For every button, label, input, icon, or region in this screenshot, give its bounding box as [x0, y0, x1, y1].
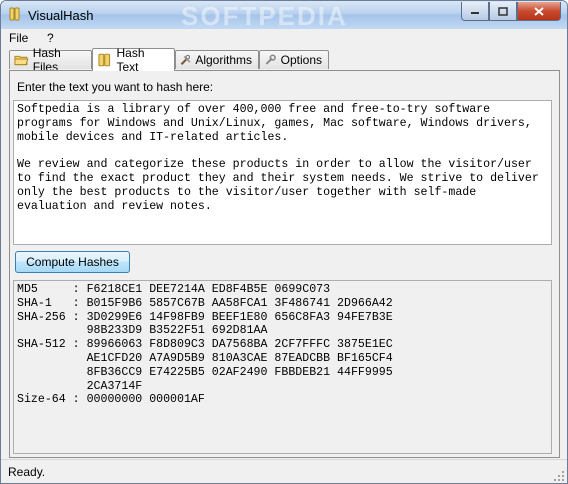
compute-hashes-button[interactable]: Compute Hashes: [15, 251, 130, 273]
hash-output[interactable]: MD5 : F6218CE1 DEE7214A ED8F4B5E 0699C07…: [13, 280, 552, 454]
folder-icon: [14, 55, 29, 66]
app-icon: [9, 7, 20, 21]
menu-file[interactable]: File: [9, 31, 28, 45]
app-window: VisualHash SOFTPEDIA File ? Hash Files H…: [0, 0, 568, 484]
minimize-icon: [471, 12, 479, 14]
tab-label: Options: [280, 53, 322, 67]
close-icon: [534, 6, 544, 16]
menu-bar: File ?: [1, 29, 567, 47]
tab-options[interactable]: Options: [259, 50, 329, 69]
text-icon: [98, 53, 111, 67]
resize-grip-icon[interactable]: [553, 470, 565, 482]
tab-label: Hash Text: [116, 46, 145, 74]
title-bar[interactable]: VisualHash SOFTPEDIA: [1, 1, 567, 31]
wrench-icon: [265, 54, 276, 65]
text-input[interactable]: Softpedia is a library of over 400,000 f…: [13, 100, 552, 245]
status-bar: Ready.: [1, 459, 567, 483]
input-prompt: Enter the text you want to hash here:: [17, 80, 214, 94]
close-button[interactable]: [517, 2, 561, 21]
tab-hash-text[interactable]: Hash Text: [92, 46, 175, 74]
menu-help[interactable]: ?: [47, 31, 54, 45]
minimize-button[interactable]: [461, 2, 489, 21]
tools-icon: [180, 54, 191, 65]
maximize-button[interactable]: [489, 2, 517, 21]
tab-label: Algorithms: [195, 53, 252, 67]
window-title: VisualHash: [28, 8, 94, 23]
tab-algorithms[interactable]: Algorithms: [175, 50, 259, 69]
maximize-icon: [498, 6, 508, 16]
hash-text-panel: Enter the text you want to hash here: So…: [9, 70, 560, 458]
tab-hash-files[interactable]: Hash Files: [9, 46, 92, 74]
status-text: Ready.: [8, 465, 46, 479]
watermark: SOFTPEDIA: [181, 1, 348, 31]
